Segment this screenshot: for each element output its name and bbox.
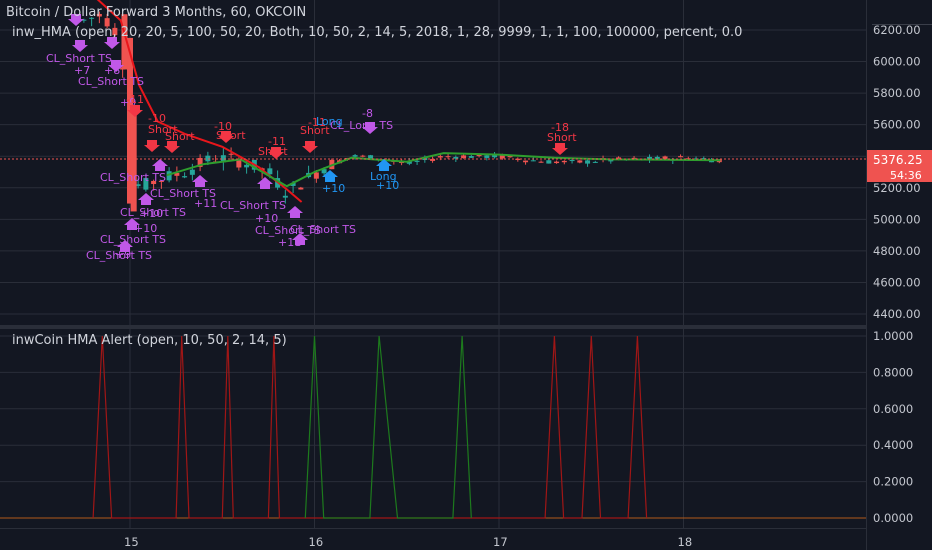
candle-body bbox=[130, 108, 137, 212]
bar-countdown: 54:36 bbox=[890, 169, 922, 182]
signal-label: CL_Short TS bbox=[100, 233, 166, 246]
candle-body bbox=[453, 156, 459, 159]
time-tick-label: 15 bbox=[124, 535, 139, 549]
alert-tick-label: 0.6000 bbox=[873, 402, 913, 416]
signal-label: CL_Short TS bbox=[86, 249, 152, 262]
signal-label: CL_Short TS bbox=[220, 199, 286, 212]
time-tick-label: 16 bbox=[309, 535, 324, 549]
price-tick-label: 5000.00 bbox=[873, 212, 921, 226]
symbol-title[interactable]: Bitcoin / Dollar Forward 3 Months, 60, O… bbox=[6, 5, 306, 20]
price-tick-label: 4400.00 bbox=[873, 307, 921, 321]
signal-label: +11 bbox=[194, 197, 217, 210]
candle-body bbox=[592, 161, 598, 163]
candle-body bbox=[298, 187, 304, 190]
candle-body bbox=[414, 160, 420, 162]
candle-body bbox=[678, 156, 684, 158]
alert-tick-label: 0.8000 bbox=[873, 365, 913, 379]
candle-body bbox=[561, 160, 567, 163]
candle-body bbox=[182, 176, 188, 178]
candle-body bbox=[523, 160, 529, 163]
time-axis-border bbox=[0, 528, 866, 529]
alert-tick-label: 1.0000 bbox=[873, 329, 913, 343]
signal-label: Short bbox=[216, 129, 246, 142]
candle-body bbox=[468, 156, 474, 158]
alert-tick-label: 0.2000 bbox=[873, 475, 913, 489]
signal-label: +10 bbox=[376, 179, 399, 192]
indicator-hma-title[interactable]: inw_HMA (open, 20, 20, 5, 100, 50, 20, B… bbox=[12, 25, 742, 40]
candle-body bbox=[538, 161, 544, 163]
candle-body bbox=[313, 172, 319, 179]
price-tick-label: 6000.00 bbox=[873, 55, 921, 69]
signal-label: Short bbox=[547, 131, 577, 144]
signal-label: Long bbox=[316, 115, 343, 128]
candle-body bbox=[236, 159, 242, 168]
signal-label: CL_Short TS bbox=[100, 171, 166, 184]
price-tick-label: 4600.00 bbox=[873, 275, 921, 289]
price-tick-label: 4800.00 bbox=[873, 244, 921, 258]
candle-body bbox=[228, 153, 234, 155]
candle-body bbox=[546, 160, 552, 164]
candle-body bbox=[554, 161, 560, 164]
alert-tick-label: 0.0000 bbox=[873, 511, 913, 525]
candle-body bbox=[530, 160, 536, 162]
candle-body bbox=[205, 155, 211, 162]
signal-label: -11 bbox=[126, 93, 144, 106]
candle-body bbox=[282, 195, 288, 198]
pane-separator[interactable] bbox=[0, 325, 866, 329]
price-tick-label: 5200.00 bbox=[873, 181, 921, 195]
price-tick-label: 5600.00 bbox=[873, 118, 921, 132]
axis-tick-mark bbox=[872, 24, 932, 25]
last-price-tag: 5376.25 54:36 bbox=[867, 150, 932, 182]
candle-body bbox=[484, 155, 490, 158]
last-price-value: 5376.25 bbox=[873, 153, 923, 167]
candle-body bbox=[445, 156, 451, 158]
price-tick-label: 6200.00 bbox=[873, 23, 921, 37]
candle-body bbox=[585, 160, 591, 164]
candle-body bbox=[461, 155, 467, 159]
candle-body bbox=[437, 156, 443, 158]
trading-chart[interactable]: CL_Short TS+7 +8CL_Short TS+9-11-10ShortS… bbox=[0, 0, 932, 550]
price-tick-label: 5800.00 bbox=[873, 86, 921, 100]
candle-body bbox=[244, 164, 250, 168]
candle-body bbox=[360, 155, 366, 157]
candle-body bbox=[577, 160, 583, 163]
time-tick-label: 17 bbox=[493, 535, 508, 549]
time-tick-label: 18 bbox=[678, 535, 693, 549]
indicator-alert-title[interactable]: inwCoin HMA Alert (open, 10, 50, 2, 14, … bbox=[12, 333, 287, 348]
price-axis-border bbox=[866, 0, 867, 550]
candle-body bbox=[189, 169, 195, 175]
candle-body bbox=[569, 160, 575, 162]
signal-label: CL_Short TS bbox=[78, 75, 144, 88]
signal-label: +10 bbox=[140, 207, 163, 220]
signal-label: +10 bbox=[322, 182, 345, 195]
alert-tick-label: 0.4000 bbox=[873, 438, 913, 452]
candle-body bbox=[352, 155, 358, 157]
